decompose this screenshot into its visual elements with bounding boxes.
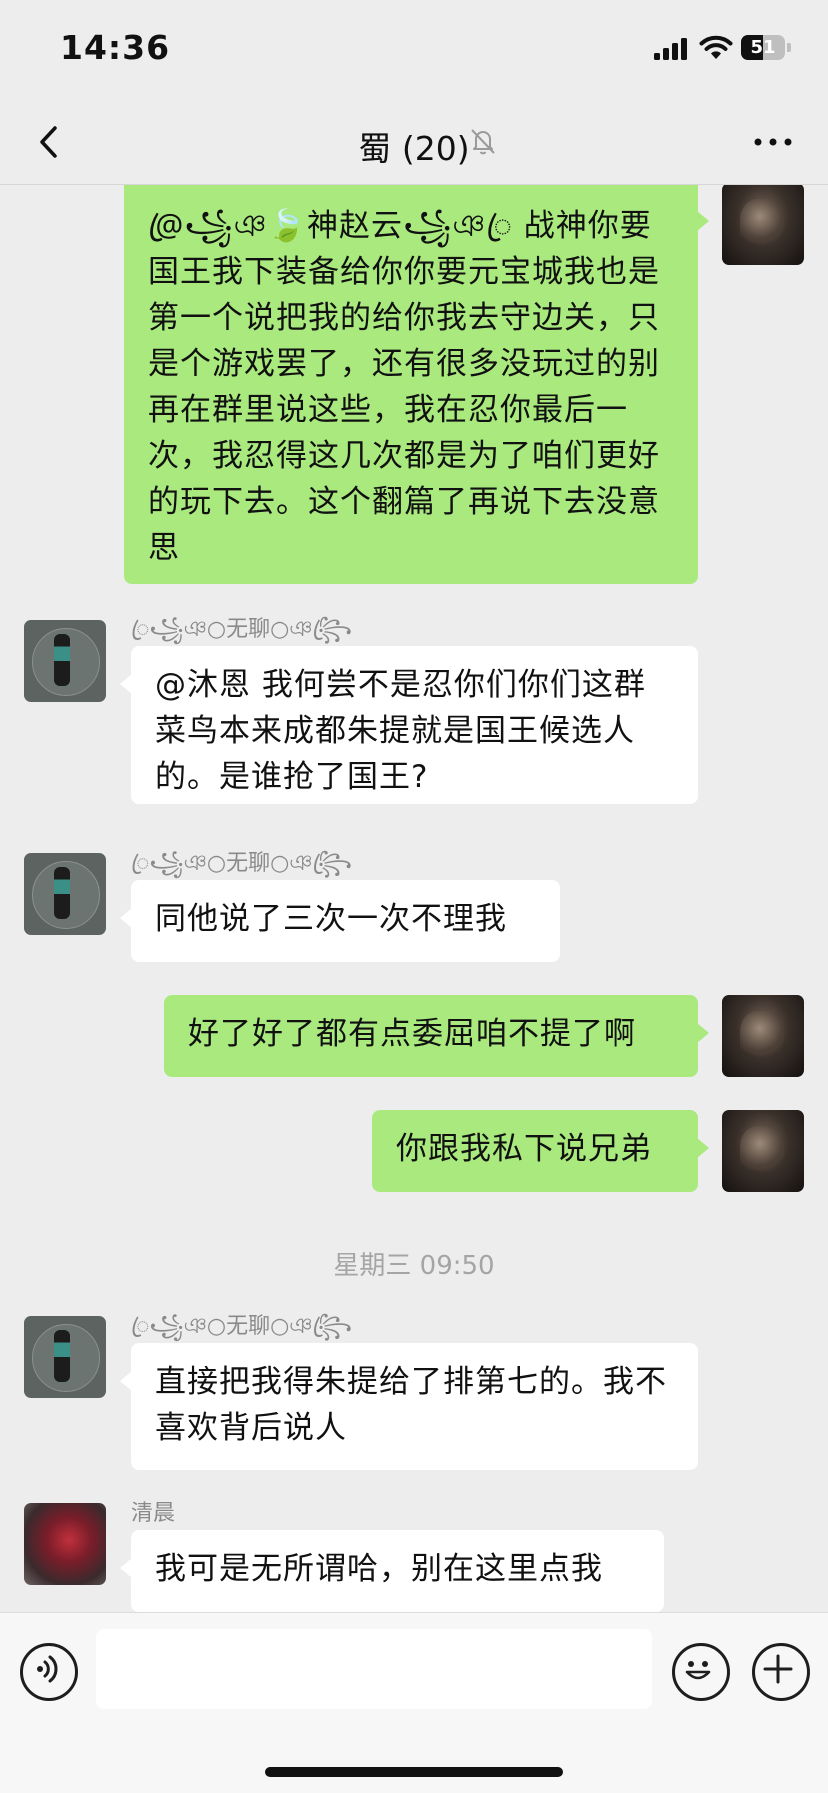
battery-icon: 51 (741, 35, 791, 60)
chat-header: 蜀 (20) (0, 100, 828, 185)
time-divider: 星期三 09:50 (333, 1251, 495, 1281)
voice-icon[interactable] (20, 1643, 78, 1701)
signal-icon (654, 38, 687, 60)
message-bubble-sent[interactable]: 好了好了都有点委屈咱不提了啊 (164, 995, 709, 1077)
message-list[interactable]: @ꦿ꧁ঞ🍃神赵云꧁ঞꦿ 战神你要国王我下装备给你你要元宝城我也是第一个说把我的给… (0, 185, 828, 1612)
more-dots-icon[interactable] (750, 122, 796, 162)
battery-level: 51 (750, 37, 776, 58)
message-input[interactable] (96, 1629, 652, 1709)
avatar-self[interactable] (722, 185, 804, 265)
home-indicator[interactable] (265, 1767, 563, 1777)
message-bubble-received[interactable]: 我可是无所谓哈，别在这里点我 (120, 1530, 664, 1612)
wifi-icon (699, 35, 733, 59)
avatar-self[interactable] (722, 995, 804, 1077)
message-bubble-received[interactable]: 同他说了三次一次不理我 (120, 880, 560, 962)
input-bar (0, 1612, 828, 1793)
avatar-qingchen[interactable] (24, 1503, 106, 1585)
message-bubble-received[interactable]: @沐恩 我何尝不是忍你们你们这群菜鸟本来成都朱提就是国王候选人的。是谁抢了国王? (120, 646, 698, 804)
chat-title: 蜀 (20) (358, 129, 470, 168)
avatar-wuliao[interactable] (24, 853, 106, 935)
message-bubble-sent[interactable]: @ꦿ꧁ঞ🍃神赵云꧁ঞꦿ 战神你要国王我下装备给你你要元宝城我也是第一个说把我的给… (124, 185, 709, 584)
emoji-icon[interactable] (672, 1643, 730, 1701)
message-bubble-sent[interactable]: 你跟我私下说兄弟 (372, 1110, 709, 1192)
status-time: 14:36 (60, 28, 171, 67)
avatar-wuliao[interactable] (24, 620, 106, 702)
sender-name: 清晨 (131, 1501, 176, 1526)
message-bubble-received[interactable]: 直接把我得朱提给了排第七的。我不喜欢背后说人 (120, 1343, 698, 1470)
status-bar: 14:36 51 (0, 0, 828, 100)
bell-off-icon (471, 129, 495, 155)
avatar-self[interactable] (722, 1110, 804, 1192)
avatar-wuliao[interactable] (24, 1316, 106, 1398)
plus-icon[interactable] (752, 1643, 810, 1701)
